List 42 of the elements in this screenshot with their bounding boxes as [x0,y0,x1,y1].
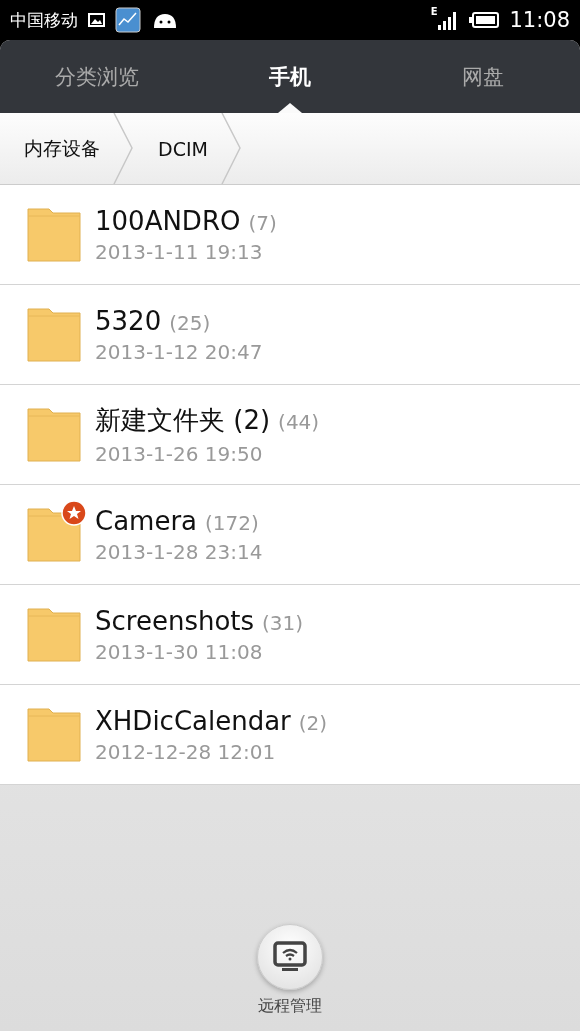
folder-row[interactable]: Camera (172) 2013-1-28 23:14 [0,485,580,585]
folder-name: Screenshots [95,605,255,636]
network-type: E [430,6,438,17]
breadcrumb-item[interactable]: 内存设备 [0,113,112,184]
remote-manage-label: 远程管理 [258,996,322,1017]
file-count: (2) [298,710,328,735]
folder-icon [27,707,81,762]
tab[interactable]: 分类浏览 [0,40,194,113]
folder-name: 5320 [95,305,162,336]
folder-row[interactable]: Screenshots (31) 2013-1-30 11:08 [0,585,580,685]
remote-manage-button[interactable] [257,924,323,990]
folder-icon [27,407,81,462]
file-count: (31) [262,610,304,635]
file-count: (25) [169,310,211,335]
folder-date: 2013-1-30 11:08 [95,639,264,664]
folder-name: XHDicCalendar [95,705,291,736]
folder-date: 2012-12-28 12:01 [95,739,277,764]
folder-date: 2013-1-28 23:14 [95,539,263,564]
file-count: (44) [278,410,320,434]
file-count: (172) [205,510,259,535]
clock-time: 11:08 [509,8,570,32]
folder-name: 100ANDRO [95,205,241,236]
folder-date: 2013-1-12 20:47 [95,339,263,364]
chart-app-icon [115,7,141,33]
breadcrumb-item[interactable]: DCIM [134,113,220,184]
image-icon [88,13,105,27]
carrier-name: 中国移动 [10,8,78,32]
folder-row[interactable]: 新建文件夹 (2) (44) 2013-1-26 19:50 [0,385,580,485]
folder-date: 2013-1-11 19:13 [95,239,264,264]
folder-row[interactable]: XHDicCalendar (2) 2012-12-28 12:01 [0,685,580,785]
folder-name: 新建文件夹 (2) [95,404,271,437]
folder-name: Camera [95,505,198,536]
folder-row[interactable]: 100ANDRO (7) 2013-1-11 19:13 [0,185,580,285]
folder-date: 2013-1-26 19:50 [95,442,264,466]
folder-icon [27,307,81,362]
file-count: (7) [248,210,277,235]
tab[interactable]: 网盘 [386,40,580,113]
monitor-wifi-icon [273,941,307,973]
battery-icon [469,12,500,28]
folder-icon [27,207,81,262]
folder-icon [27,607,81,662]
folder-row[interactable]: 5320 (25) 2013-1-12 20:47 [0,285,580,385]
